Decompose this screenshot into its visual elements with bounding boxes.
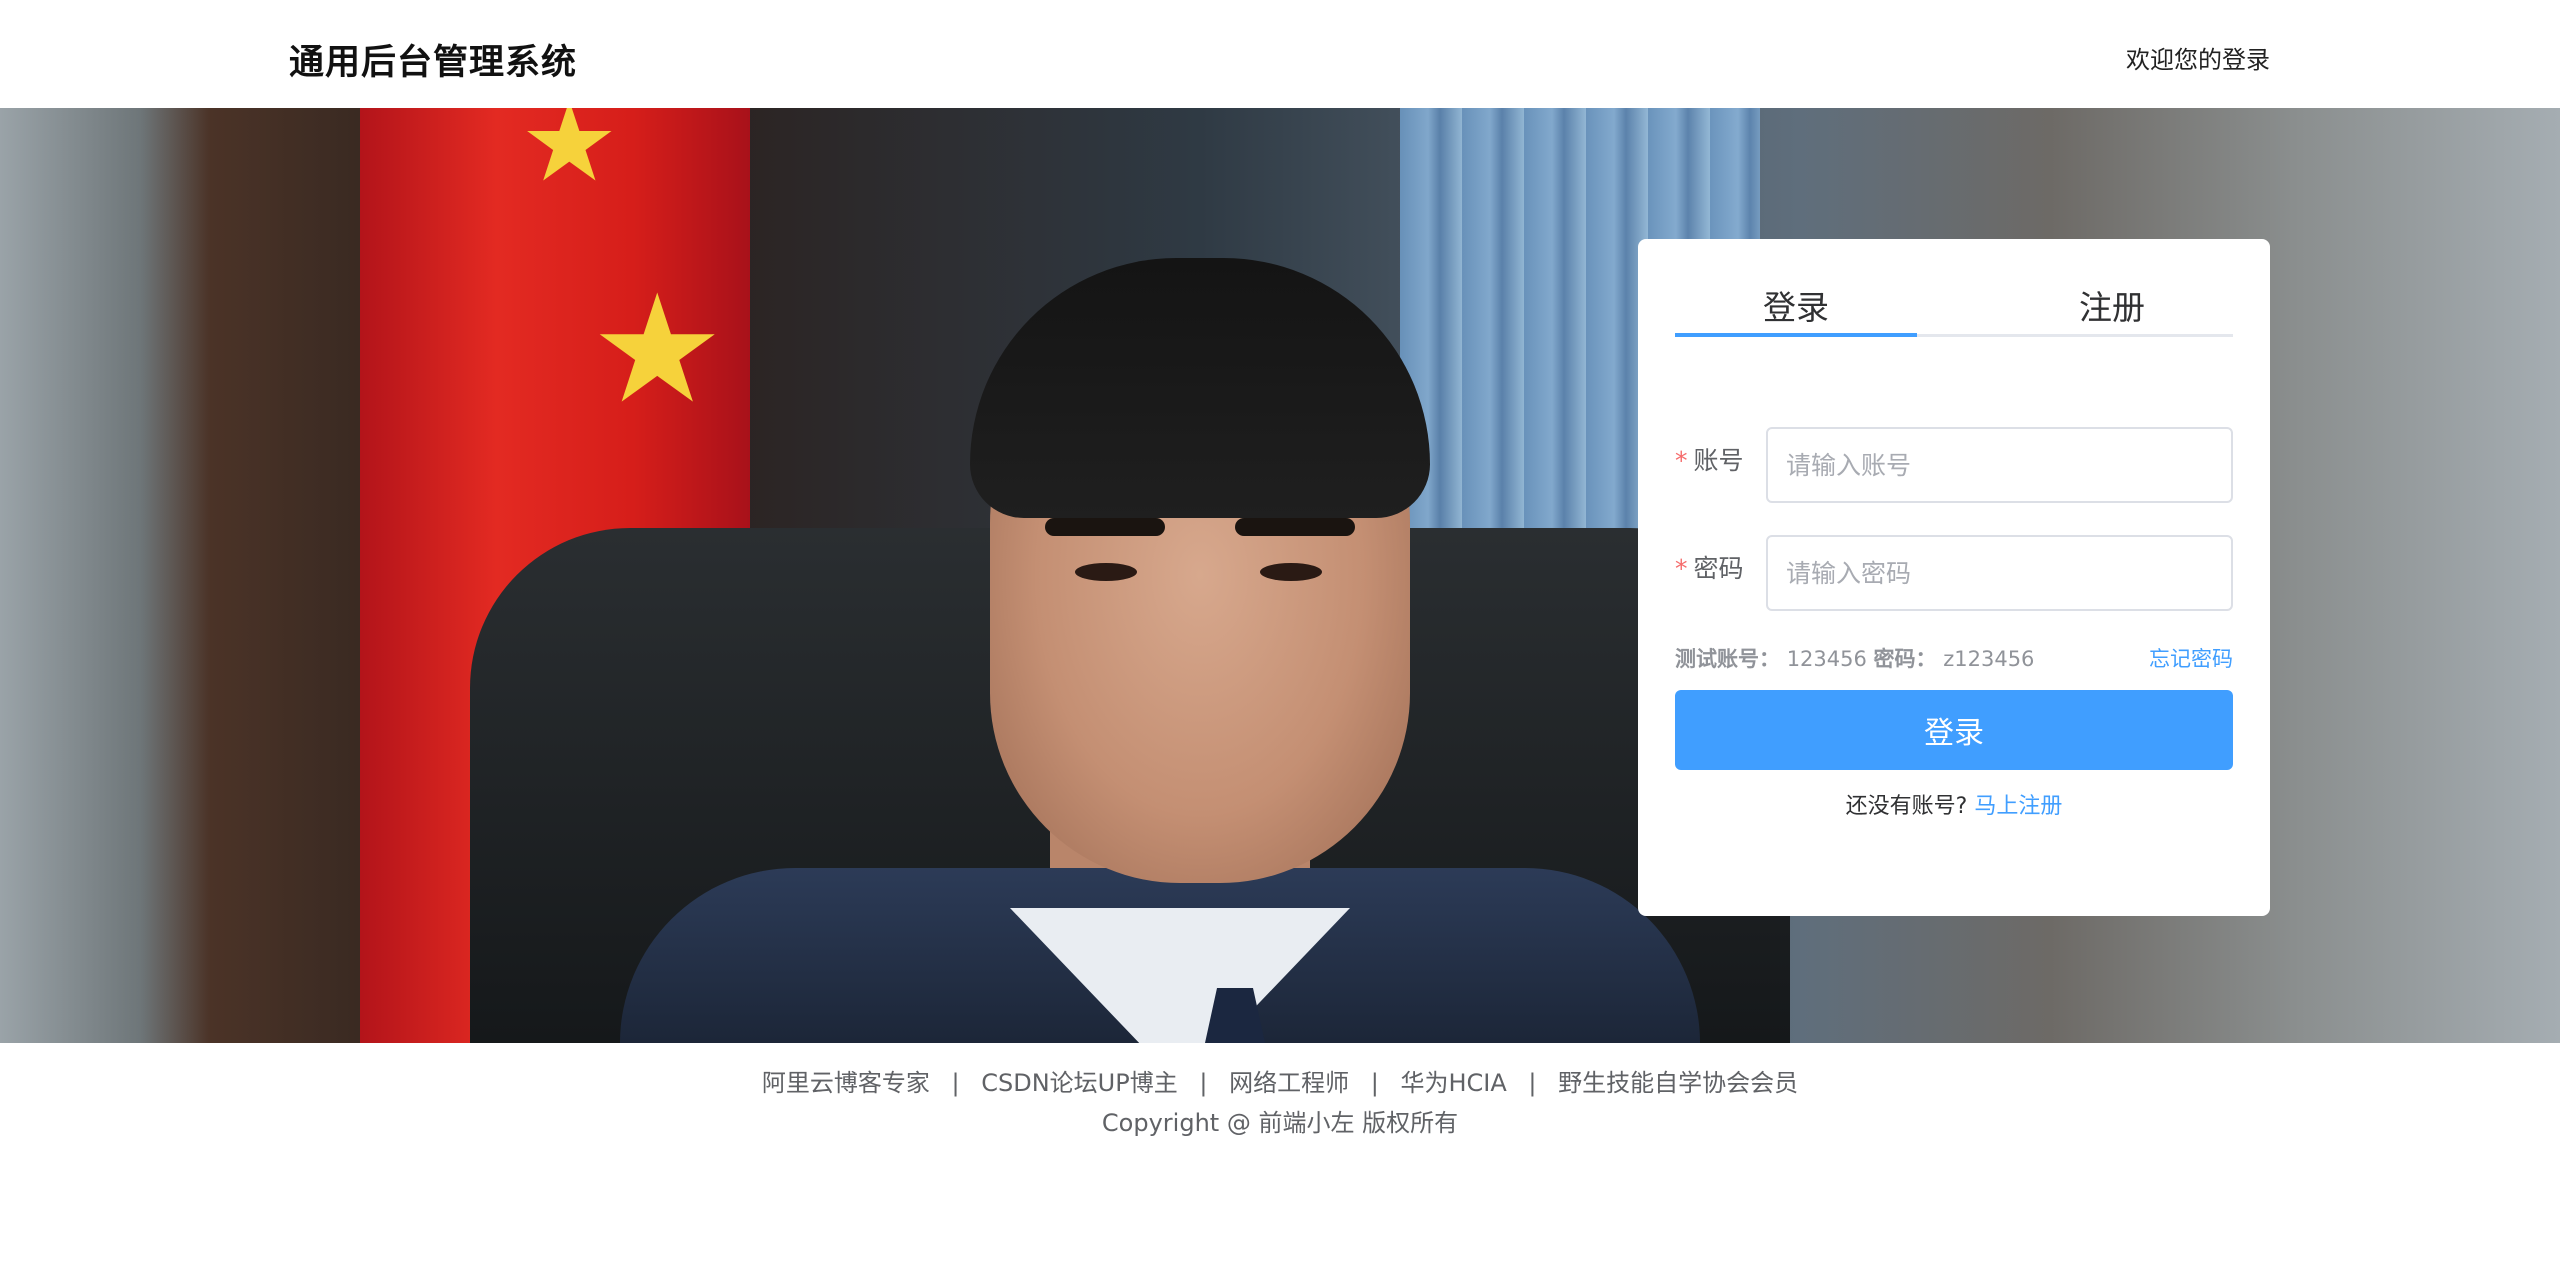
portrait-brow [1045,518,1165,536]
login-button[interactable]: 登录 [1675,690,2233,770]
top-header: 通用后台管理系统 欢迎您的登录 [0,0,2560,108]
required-asterisk: * [1675,446,1688,475]
portrait-hair [970,258,1430,518]
forgot-password-link[interactable]: 忘记密码 [2149,643,2233,673]
portrait-eye [1260,563,1322,581]
app-title: 通用后台管理系统 [289,43,578,83]
register-now-link[interactable]: 马上注册 [1974,794,2062,819]
no-account-prompt: 还没有账号? 马上注册 [1638,788,2270,820]
star-icon: ★ [590,263,725,437]
test-password-value: z123456 [1943,647,2035,671]
no-account-text: 还没有账号? [1845,794,1968,819]
test-credentials-hint: 测试账号： 123456 密码： z123456 [1675,643,2034,673]
account-label-text: 账号 [1693,446,1744,475]
footer-separator: | [951,1069,960,1097]
footer-separator: | [1370,1069,1379,1097]
active-tab-indicator [1675,333,1917,337]
footer-link: 阿里云博客专家 [761,1069,930,1097]
account-row: * 账号 [1675,427,2233,503]
portrait-brow [1235,518,1355,536]
test-account-label: 测试账号： [1675,647,1780,671]
star-icon: ★ [520,108,619,206]
portrait-eye [1075,563,1137,581]
footer-link: CSDN论坛UP博主 [981,1069,1178,1097]
tab-login[interactable]: 登录 [1675,287,1917,337]
password-label-text: 密码 [1693,554,1744,583]
footer-link: 网络工程师 [1229,1069,1350,1097]
account-label: * 账号 [1675,441,1744,477]
password-row: * 密码 [1675,535,2233,611]
test-password-label: 密码： [1873,647,1937,671]
account-input[interactable] [1766,427,2233,503]
footer-separator: | [1199,1069,1208,1097]
copyright-text: Copyright @ 前端小左 版权所有 [1101,1109,1459,1137]
password-label: * 密码 [1675,549,1744,585]
test-account-value: 123456 [1786,647,1867,671]
footer-links: 阿里云博客专家 | CSDN论坛UP博主 | 网络工程师 | 华为HCIA | … [0,1063,2560,1098]
auth-tabs: 登录 注册 [1675,287,2233,337]
login-card: 登录 注册 *账号 *密码 测试账号： 123456 密码： z123456 忘… [1638,239,2270,916]
footer-link: 野生技能自学协会会员 [1558,1069,1799,1097]
required-asterisk: * [1675,554,1688,583]
footer-separator: | [1528,1069,1537,1097]
tab-register[interactable]: 注册 [1991,287,2233,337]
footer-link: 华为HCIA [1400,1069,1507,1097]
password-input[interactable] [1766,535,2233,611]
welcome-text: 欢迎您的登录 [2126,46,2270,74]
